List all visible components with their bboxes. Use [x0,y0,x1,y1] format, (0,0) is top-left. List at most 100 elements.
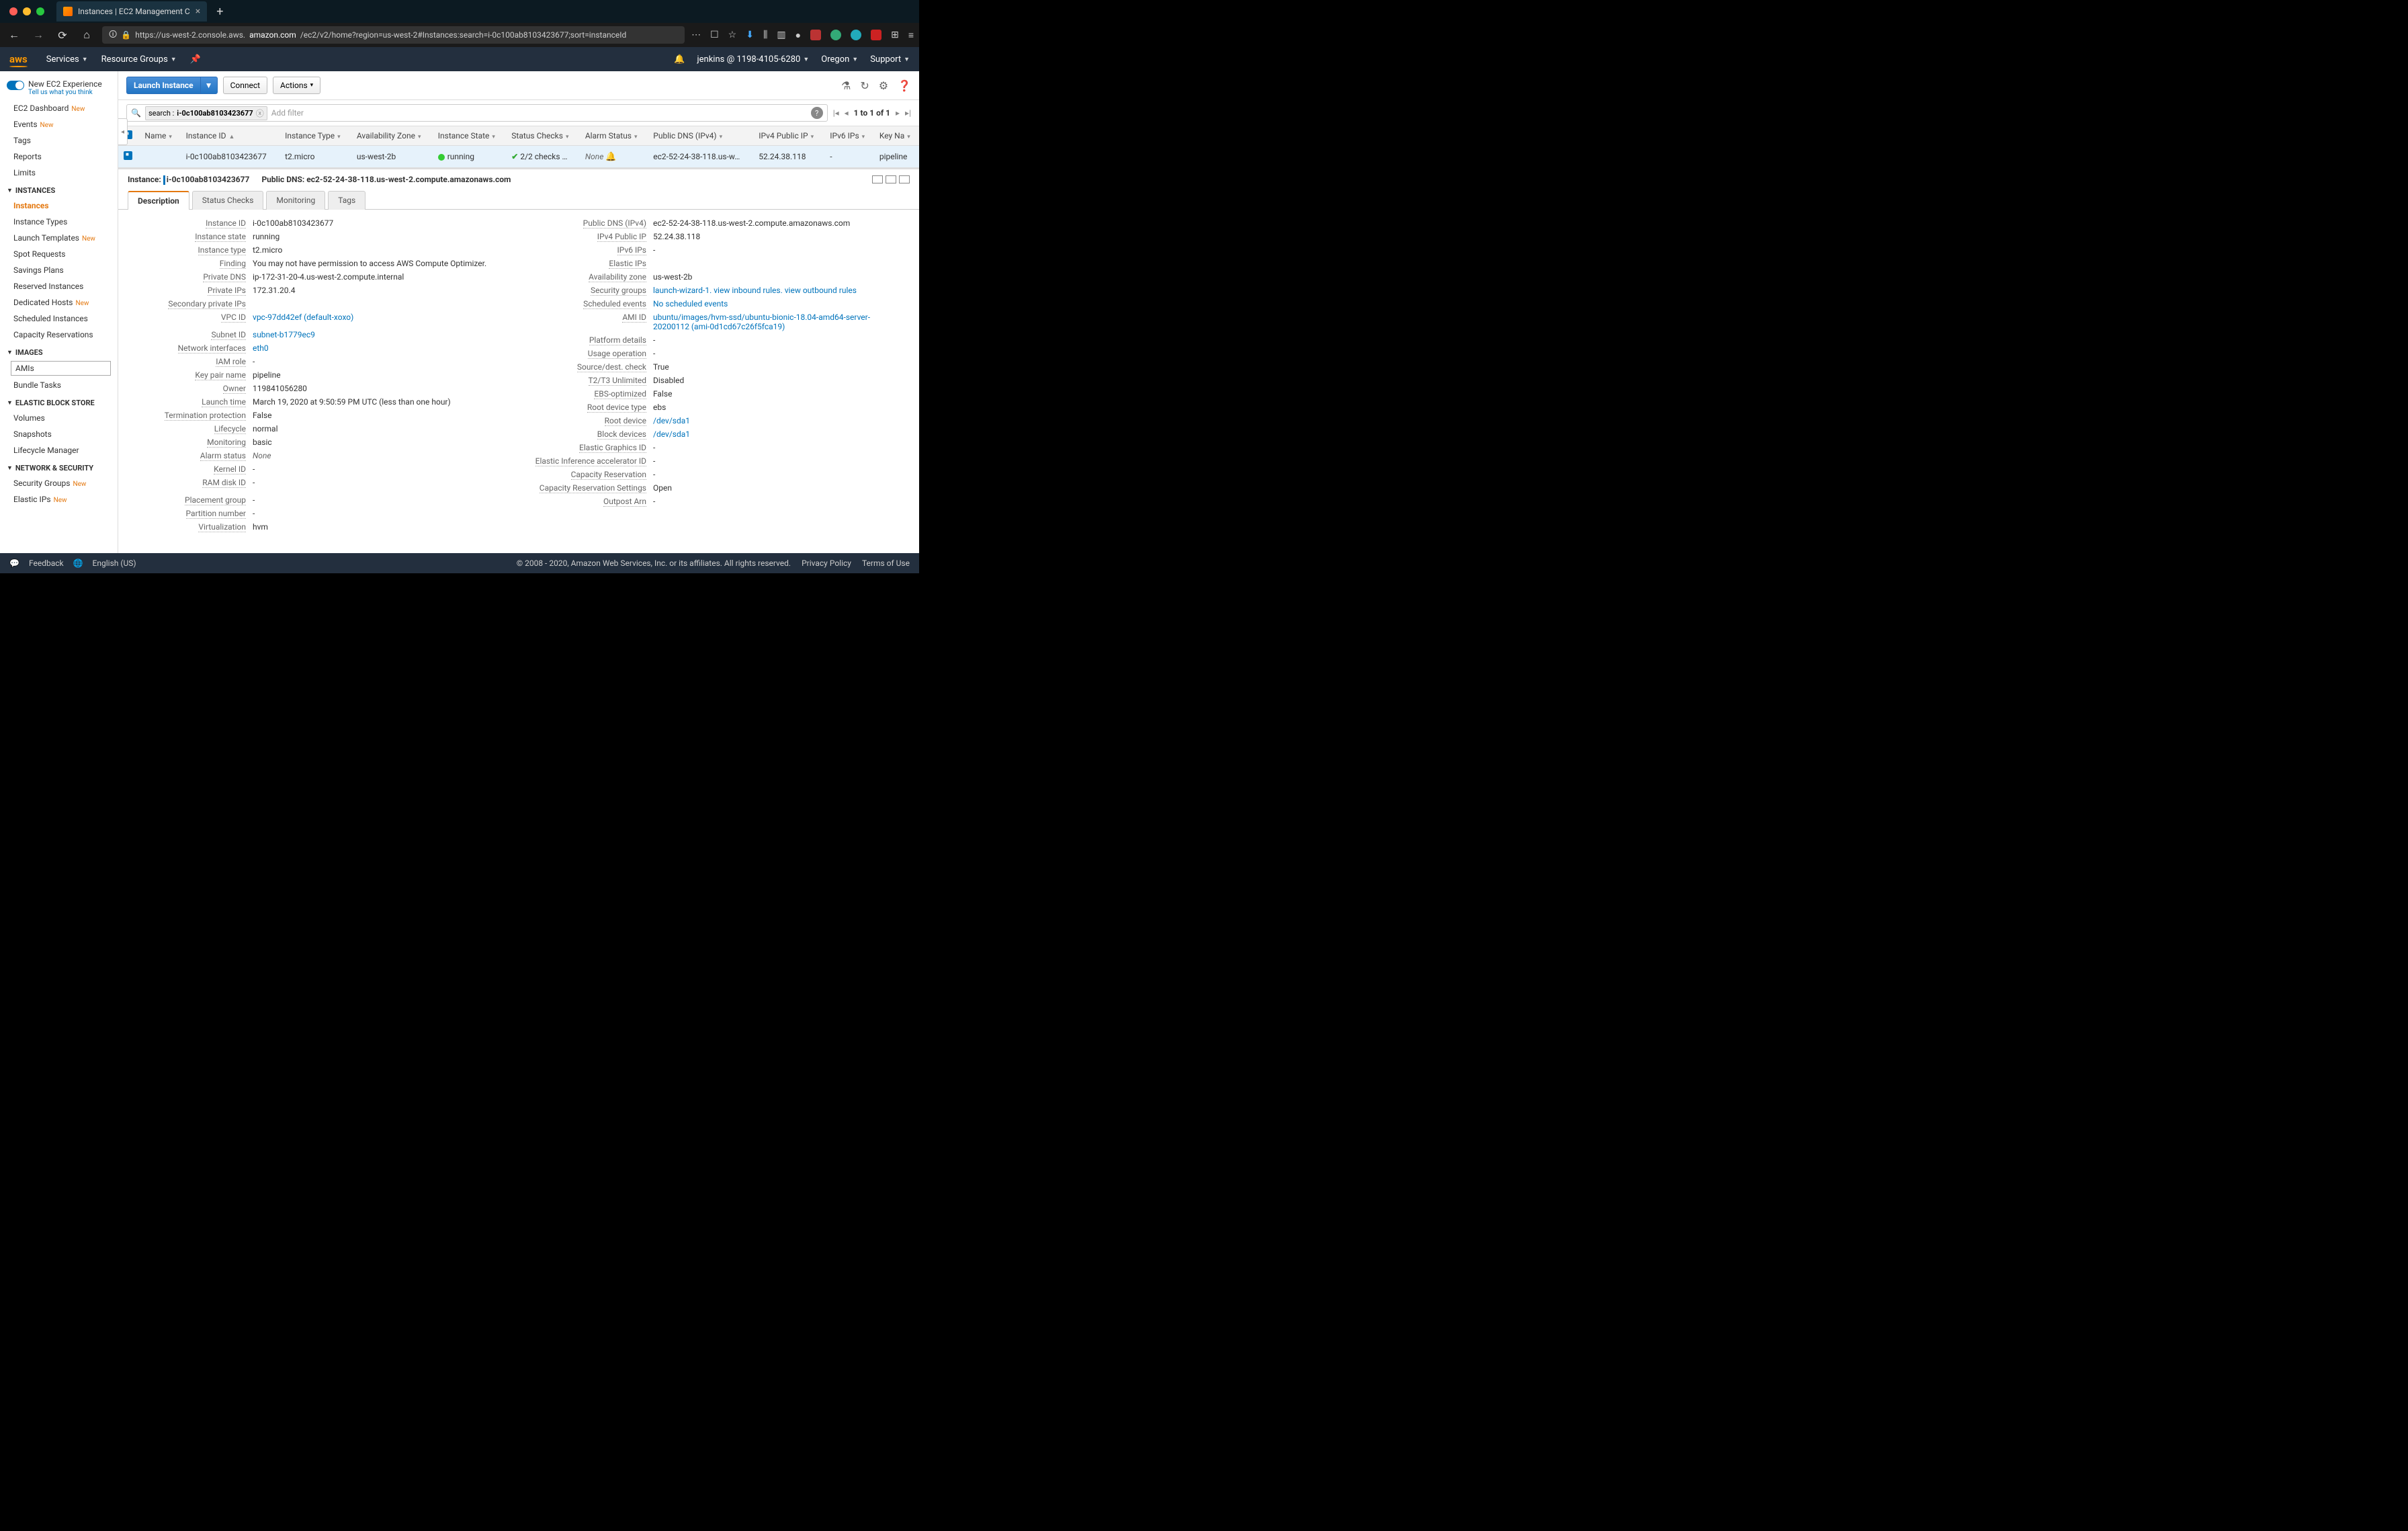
section-instances[interactable]: ▼INSTANCES [0,181,118,198]
detail-link[interactable]: /dev/sda1 [653,429,690,439]
feedback-link[interactable]: Tell us what you think [28,89,102,96]
detail-link[interactable]: eth0 [253,343,269,353]
column-header[interactable]: Public DNS (IPv4)▾ [648,126,753,146]
settings-icon[interactable]: ⚙ [879,79,888,92]
tab-tags[interactable]: Tags [328,191,366,210]
chip-remove-icon[interactable]: ⓧ [256,108,264,119]
sidebar-item[interactable]: EC2 DashboardNew [0,100,118,116]
maximize-window[interactable] [36,7,44,15]
experiments-icon[interactable]: ⚗ [841,79,851,92]
tab-status-checks[interactable]: Status Checks [192,191,264,210]
section-network[interactable]: ▼NETWORK & SECURITY [0,458,118,475]
column-header[interactable]: IPv4 Public IP▾ [753,126,824,146]
reader-icon[interactable]: ☐ [710,30,719,40]
home-button[interactable]: ⌂ [78,28,95,42]
aws-logo[interactable]: aws [9,53,28,65]
notifications-icon[interactable]: 🔔 [674,54,685,65]
library-icon[interactable]: ⫼ [763,30,767,40]
column-header[interactable]: Name▾ [139,126,180,146]
search-chip[interactable]: search :i-0c100ab8103423677 ⓧ [145,106,267,120]
sidebar-item[interactable]: Reserved Instances [0,278,118,294]
sidebar-item[interactable]: Launch TemplatesNew [0,230,118,246]
new-experience-toggle[interactable]: New EC2 Experience Tell us what you thin… [0,75,118,100]
column-header[interactable]: Availability Zone▾ [351,126,433,146]
account-menu[interactable]: jenkins @ 1198-4105-6280▼ [697,54,810,65]
actions-menu[interactable]: Actions ▾ [273,77,320,94]
sidebar-item[interactable]: Savings Plans [0,262,118,278]
resource-groups-menu[interactable]: Resource Groups▼ [101,54,177,65]
url-input[interactable]: 🛈 🔒 https://us-west-2.console.aws.amazon… [102,26,685,44]
table-row[interactable]: i-0c100ab8103423677 t2.micro us-west-2b … [118,146,919,168]
sidebar-item[interactable]: Scheduled Instances [0,311,118,327]
column-header[interactable]: Instance Type▾ [280,126,351,146]
refresh-icon[interactable]: ↻ [860,79,869,92]
sidebar-item[interactable]: AMIs [11,361,111,376]
detail-link[interactable]: /dev/sda1 [653,416,690,425]
ext-ublock-icon[interactable] [810,30,821,40]
bookmark-icon[interactable]: ☆ [728,30,737,40]
sidebar-item[interactable]: Reports [0,149,118,165]
feedback-link[interactable]: Feedback [29,558,64,568]
sidebar-item[interactable]: Elastic IPsNew [0,491,118,507]
browser-tab[interactable]: Instances | EC2 Management C × [56,1,207,22]
detail-link[interactable]: No scheduled events [653,299,728,308]
close-window[interactable] [9,7,17,15]
column-header[interactable]: Instance State▾ [433,126,507,146]
column-header[interactable]: Instance ID▲ [181,126,280,146]
prev-page[interactable]: ◂ [845,108,849,118]
launch-dropdown[interactable]: ▼ [200,77,218,94]
detail-link[interactable]: launch-wizard-1. view inbound rules. vie… [653,286,857,295]
sidebar-item[interactable]: Volumes [0,410,118,426]
column-header[interactable]: Status Checks▾ [506,126,580,146]
sidebar-item[interactable]: Bundle Tasks [0,377,118,393]
sidebar-item[interactable]: EventsNew [0,116,118,132]
sidebar-item[interactable]: Snapshots [0,426,118,442]
ext-icon[interactable] [830,30,841,40]
sidebar-item[interactable]: Instance Types [0,214,118,230]
ext-icon[interactable] [851,30,861,40]
menu-dots-icon[interactable]: ⋯ [691,30,701,40]
detail-link[interactable]: subnet-b1779ec9 [253,330,315,339]
last-page[interactable]: ▸| [905,108,911,118]
sidebar-item[interactable]: Capacity Reservations [0,327,118,343]
sidebar-item[interactable]: Dedicated HostsNew [0,294,118,311]
layout-1-icon[interactable] [872,175,883,183]
sidebar-item[interactable]: Lifecycle Manager [0,442,118,458]
detail-link[interactable]: ubuntu/images/hvm-ssd/ubuntu-bionic-18.0… [653,313,870,331]
download-icon[interactable]: ⬇ [746,30,754,40]
sidebar-item[interactable]: Tags [0,132,118,149]
tab-description[interactable]: Description [128,191,189,210]
column-header[interactable]: Key Na▾ [874,126,919,146]
section-ebs[interactable]: ▼ELASTIC BLOCK STORE [0,393,118,410]
ext-grid-icon[interactable]: ⊞ [891,30,899,40]
search-help-icon[interactable]: ? [811,107,823,119]
sidebar-item[interactable]: Spot Requests [0,246,118,262]
sidebar-item[interactable]: Security GroupsNew [0,475,118,491]
minimize-window[interactable] [23,7,31,15]
layout-2-icon[interactable] [886,175,896,183]
services-menu[interactable]: Services▼ [46,54,88,65]
region-menu[interactable]: Oregon▼ [821,54,858,65]
reload-button[interactable]: ⟳ [54,29,71,42]
privacy-link[interactable]: Privacy Policy [802,558,851,568]
tab-monitoring[interactable]: Monitoring [266,191,325,210]
layout-3-icon[interactable] [899,175,910,183]
account-icon[interactable]: ● [796,30,801,41]
ext-icon[interactable] [871,30,882,40]
connect-button[interactable]: Connect [223,77,267,94]
detail-link[interactable]: vpc-97dd42ef (default-xoxo) [253,313,353,322]
forward-button[interactable]: → [30,28,47,42]
launch-instance-button[interactable]: Launch Instance [126,77,200,94]
sidebar-icon[interactable]: ▥ [777,30,785,40]
search-input[interactable]: 🔍 search :i-0c100ab8103423677 ⓧ Add filt… [126,104,828,122]
next-page[interactable]: ▸ [896,108,900,118]
new-tab-button[interactable]: + [211,5,228,19]
sidebar-item[interactable]: Instances [0,198,118,214]
help-icon[interactable]: ❓ [898,79,911,92]
first-page[interactable]: |◂ [833,108,839,118]
back-button[interactable]: ← [5,28,23,42]
section-images[interactable]: ▼IMAGES [0,343,118,360]
hamburger-icon[interactable]: ≡ [908,30,914,41]
collapse-sidebar[interactable]: ◂ [118,118,128,145]
pin-icon[interactable]: 📌 [190,54,201,65]
